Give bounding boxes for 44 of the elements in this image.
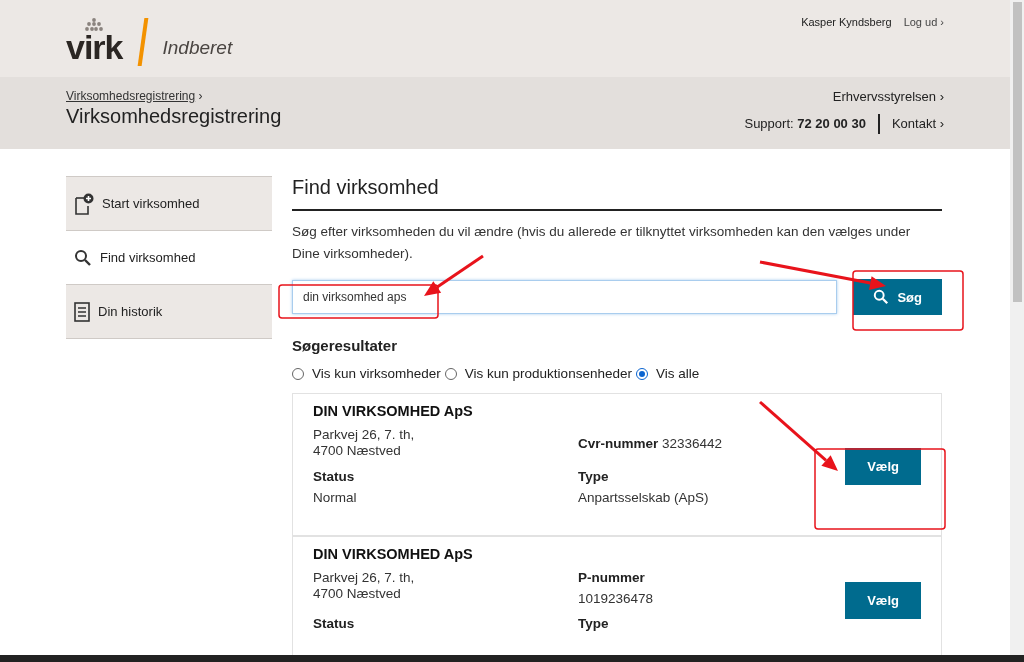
- search-icon: [873, 289, 890, 305]
- status-label: Status: [313, 616, 356, 631]
- contact-link[interactable]: Kontakt ›: [891, 116, 944, 132]
- radio-label[interactable]: Vis kun produktionsenheder: [464, 366, 632, 381]
- product-name: Indberet: [162, 37, 233, 60]
- page-title: Virksomhedsregistrering: [66, 104, 282, 128]
- scrollbar[interactable]: [1010, 0, 1024, 655]
- company-name: DIN VIRKSOMHED ApS: [313, 546, 474, 562]
- type-value: Anpartsselskab (ApS): [578, 490, 710, 505]
- agency-link[interactable]: Erhvervsstyrelsen ›: [832, 88, 944, 104]
- document-list-icon: [74, 301, 90, 322]
- search-button[interactable]: Søg: [853, 279, 942, 315]
- type-label: Type: [578, 616, 610, 631]
- select-button[interactable]: Vælg: [845, 582, 921, 619]
- select-button[interactable]: Vælg: [845, 447, 921, 485]
- sidebar-item[interactable]: Start virksomhed: [66, 176, 272, 230]
- annotation-arrow: [424, 254, 484, 296]
- radio-label[interactable]: Vis kun virksomheder: [312, 366, 441, 381]
- results-heading: Søgeresultater: [292, 337, 399, 354]
- document-plus-icon: [74, 192, 94, 215]
- logo-text: virk: [66, 32, 123, 63]
- company-address: Parkvej 26, 7. th, 4700 Næstved: [313, 570, 416, 603]
- intro-text: Søg efter virksomheden du vil ændre (hvis du allerede er tilknyttet virksomheden kan den vælges under Dine virksomheder).: [292, 223, 912, 263]
- logout-link[interactable]: Log ud ›: [903, 16, 944, 28]
- type-label: Type: [578, 469, 610, 484]
- status-value: Normal: [313, 490, 358, 505]
- crown-icon: [83, 18, 106, 33]
- radio-label[interactable]: Vis alle: [655, 366, 700, 381]
- radio-button[interactable]: [635, 367, 648, 380]
- breadcrumb-link[interactable]: Virksomhedsregistrering ›: [66, 88, 282, 103]
- id-value: 1019236478: [578, 591, 655, 606]
- radio-button[interactable]: [292, 367, 304, 380]
- search-icon: [74, 248, 92, 267]
- id-field: Cvr-nummer 32336442: [578, 435, 723, 451]
- company-address: Parkvej 26, 7. th, 4700 Næstved: [313, 427, 416, 459]
- search-field[interactable]: din virksomhed aps: [292, 280, 838, 314]
- radio-button[interactable]: [444, 367, 457, 380]
- sidebar-item[interactable]: Din historik: [66, 284, 272, 339]
- company-name: DIN VIRKSOMHED ApS: [313, 403, 474, 419]
- user-name: Kasper Kyndsberg: [801, 16, 892, 28]
- status-label: Status: [313, 469, 356, 484]
- id-label: P-nummer: [578, 570, 646, 585]
- support-phone: Support: 72 20 00 30: [744, 116, 866, 132]
- section-title: Find virksomhed: [292, 176, 942, 211]
